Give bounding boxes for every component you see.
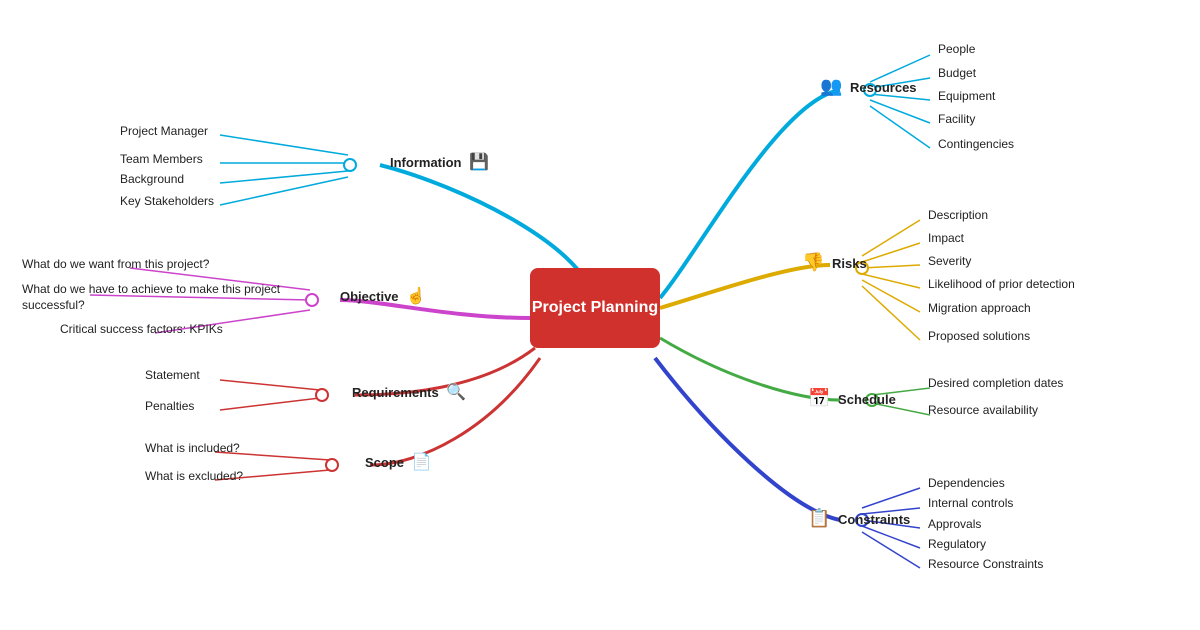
leaf-excluded: What is excluded? [145,469,243,483]
requirements-icon: 🔍 [446,384,466,401]
leaf-regulatory: Regulatory [928,537,986,551]
constraints-icon: 📋 [808,508,830,528]
leaf-impact: Impact [928,231,964,245]
leaf-objective1: What do we want from this project? [22,257,209,271]
leaf-dependencies: Dependencies [928,476,1005,490]
leaf-solutions: Proposed solutions [928,329,1030,343]
leaf-internal-controls: Internal controls [928,496,1013,510]
risks-label: 👎 Risks [802,252,867,273]
leaf-facility: Facility [938,112,975,126]
information-icon: 💾 [469,154,489,171]
leaf-key-stakeholders: Key Stakeholders [120,194,214,208]
center-node: Project Planning [530,268,660,348]
information-label: Information 💾 [390,152,489,172]
leaf-budget: Budget [938,66,976,80]
leaf-penalties: Penalties [145,399,194,413]
resources-label: 👥 Resources [820,76,917,97]
leaf-objective2: What do we have to achieve to make this … [22,282,292,313]
leaf-migration: Migration approach [928,301,1031,315]
leaf-availability: Resource availability [928,403,1038,417]
leaf-severity: Severity [928,254,971,268]
leaf-equipment: Equipment [938,89,995,103]
leaf-statement: Statement [145,368,200,382]
leaf-contingencies: Contingencies [938,137,1014,151]
leaf-people: People [938,42,975,56]
leaf-description: Description [928,208,988,222]
leaf-included: What is included? [145,441,240,455]
leaf-team-members: Team Members [120,152,203,166]
leaf-objective3: Critical success factors: KPIKs [60,322,223,336]
constraints-label: 📋 Constraints [808,508,910,529]
leaf-likelihood: Likelihood of prior detection [928,277,1075,291]
leaf-project-manager: Project Manager [120,124,208,138]
resources-icon: 👥 [820,76,842,96]
center-label: Project Planning [532,299,658,317]
requirements-label: Requirements 🔍 [352,382,466,402]
leaf-completion: Desired completion dates [928,376,1063,390]
leaf-approvals: Approvals [928,517,981,531]
scope-icon: 📄 [412,454,432,471]
scope-label: Scope 📄 [365,452,432,472]
objective-icon: ☝ [406,288,426,305]
objective-label: Objective ☝ [340,286,426,306]
leaf-background: Background [120,172,184,186]
schedule-icon: 📅 [808,388,830,408]
schedule-label: 📅 Schedule [808,388,896,409]
risks-icon: 👎 [802,252,824,272]
leaf-resource-constraints: Resource Constraints [928,557,1043,571]
